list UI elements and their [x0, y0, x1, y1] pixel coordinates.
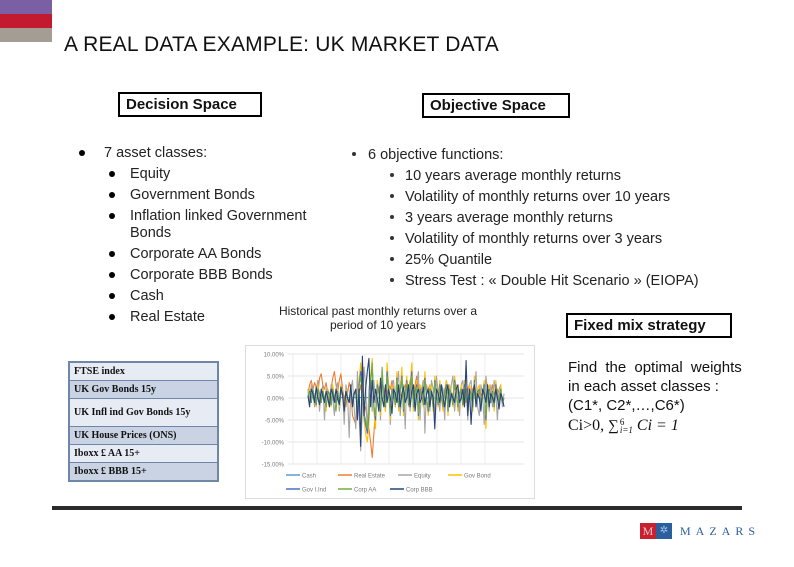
index-table: FTSE index UK Gov Bonds 15y UK Infl ind … [68, 361, 219, 482]
bullet-icon [109, 192, 115, 198]
bullet-icon [390, 257, 394, 261]
bullet-icon [109, 314, 115, 320]
objective-item: 10 years average monthly returns [405, 168, 621, 184]
logo-mark-letter: M [640, 523, 656, 539]
formula-prefix: Ci>0, [568, 417, 609, 434]
logo-text: MAZARS [680, 523, 761, 538]
bullet-icon [390, 215, 394, 219]
decision-item: Government Bonds [130, 187, 255, 203]
legend-label: Corp AA [354, 488, 376, 494]
bullet-icon [79, 150, 85, 156]
bullet-icon [109, 213, 115, 219]
table-row: UK House Prices (ONS) [70, 427, 217, 445]
legend-label: Corp BBB [406, 488, 433, 494]
y-tick-label: 10.00% [264, 353, 285, 359]
fixed-mix-label: Fixed mix strategy [566, 313, 732, 338]
sum-lower: i=1 [619, 425, 633, 436]
y-tick-label: 5.00% [267, 375, 285, 381]
legend-label: Cash [302, 474, 316, 480]
chart-legend: Cash Real Estate Equity Gov Bond Gov I.Ind Co… [286, 474, 491, 494]
table-row: UK Infl ind Gov Bonds 15y [70, 399, 217, 427]
logo-mark: M ✲ [640, 523, 672, 539]
mazars-logo: M ✲ MAZARS [640, 523, 760, 539]
objective-item: 3 years average monthly returns [405, 210, 613, 226]
objective-item: Volatility of monthly returns over 10 ye… [405, 189, 671, 205]
decision-item: Real Estate [130, 309, 205, 325]
legend-label: Gov I.Ind [302, 488, 326, 494]
fixed-mix-line: (C1*, C2*,…,C6*) [568, 397, 685, 414]
table-row: UK Gov Bonds 15y [70, 381, 217, 399]
bullet-icon [390, 173, 394, 177]
table-row: Iboxx £ AA 15+ [70, 445, 217, 463]
y-tick-label: 0.00% [267, 397, 285, 403]
bullet-icon [109, 272, 115, 278]
chart-y-ticks: 10.00% 5.00% 0.00% -5.00% -10.00% -15.00% [262, 353, 285, 469]
chart-caption: Historical past monthly returns over a p… [278, 304, 478, 332]
bullet-icon [352, 152, 356, 156]
weights-constraint-formula: Ci>0, ∑ 6 i=1 Ci = 1 [568, 417, 679, 435]
table-row: Iboxx £ BBB 15+ [70, 463, 217, 480]
sum-limits: 6 i=1 [619, 418, 633, 436]
sum-symbol: ∑ [608, 418, 619, 434]
bullet-icon [109, 293, 115, 299]
footer-divider [52, 506, 742, 510]
decision-item: Cash [130, 288, 164, 304]
logo-mark-stars-icon: ✲ [656, 523, 672, 539]
decision-item: Corporate AA Bonds [130, 246, 262, 262]
legend-label: Equity [414, 474, 431, 480]
objective-main-bullet: 6 objective functions: [368, 147, 504, 163]
objective-item: 25% Quantile [405, 252, 493, 268]
formula-rest: Ci = 1 [632, 417, 679, 434]
returns-chart-svg: 10.00% 5.00% 0.00% -5.00% -10.00% -15.00% Cas… [262, 353, 524, 494]
table-row: FTSE index [70, 363, 217, 381]
decision-item-continuation: Bonds [130, 225, 172, 241]
objective-item: Stress Test : « Double Hit Scenario » (E… [405, 273, 699, 289]
objective-space-list: 6 objective functions: 10 years average … [340, 0, 770, 300]
y-tick-label: -10.00% [262, 441, 285, 447]
decision-item: Equity [130, 166, 171, 182]
legend-label: Gov Bond [464, 474, 491, 480]
decision-item: Corporate BBB Bonds [130, 267, 273, 283]
legend-label: Real Estate [354, 474, 386, 480]
bullet-icon [390, 278, 394, 282]
fixed-mix-line: in each asset classes : [568, 378, 719, 395]
bullet-icon [390, 236, 394, 240]
decision-space-list: 7 asset classes: Equity Government Bonds… [0, 0, 340, 340]
objective-item: Volatility of monthly returns over 3 yea… [405, 231, 663, 247]
fixed-mix-description: Find the optimal weights in each asset c… [568, 358, 758, 415]
decision-main-bullet: 7 asset classes: [104, 145, 208, 161]
bullet-icon [109, 171, 115, 177]
bullet-icon [109, 251, 115, 257]
fixed-mix-line: Find the optimal weights [568, 359, 742, 376]
y-tick-label: -5.00% [265, 419, 285, 425]
returns-chart: 10.00% 5.00% 0.00% -5.00% -10.00% -15.00% Cas… [245, 345, 535, 499]
bullet-icon [390, 194, 394, 198]
y-tick-label: -15.00% [262, 463, 285, 469]
